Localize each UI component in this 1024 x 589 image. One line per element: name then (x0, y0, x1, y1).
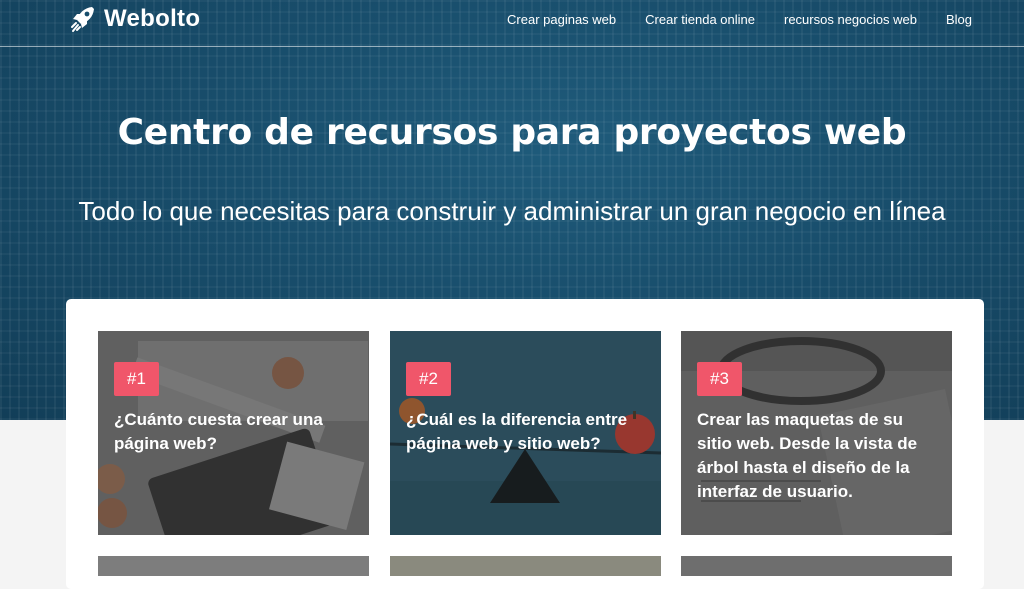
card-3-badge: #3 (697, 362, 742, 396)
card-3-title: Crear las maquetas de su sitio web. Desd… (697, 410, 918, 501)
resource-card-6-partial[interactable] (681, 556, 952, 576)
resource-card-2[interactable]: #2 ¿Cuál es la diferencia entre página w… (390, 331, 661, 535)
card-2-badge: #2 (406, 362, 451, 396)
card-1-badge: #1 (114, 362, 159, 396)
nav-link-crear-tienda-online[interactable]: Crear tienda online (645, 12, 755, 27)
rocket-icon (70, 5, 96, 33)
nav-link-crear-paginas-web[interactable]: Crear paginas web (507, 12, 616, 27)
main-nav: Crear paginas web Crear tienda online re… (478, 12, 972, 27)
resource-card-1[interactable]: #1 ¿Cuánto cuesta crear una página web? (98, 331, 369, 535)
top-navbar: Webolto Crear paginas web Crear tienda o… (0, 0, 1024, 47)
resource-card-4-partial[interactable] (98, 556, 369, 576)
brand-name: Webolto (104, 5, 201, 32)
card-1-title: ¿Cuánto cuesta crear una página web? (114, 410, 323, 453)
nav-link-recursos-negocios-web[interactable]: recursos negocios web (784, 12, 917, 27)
card-2-title: ¿Cuál es la diferencia entre página web … (406, 410, 628, 453)
page-title: Centro de recursos para proyectos web (117, 112, 907, 153)
brand-logo-link[interactable]: Webolto (70, 5, 200, 33)
page-subtitle: Todo lo que necesitas para construir y a… (78, 196, 946, 226)
resource-card-5-partial[interactable] (390, 556, 661, 576)
nav-link-blog[interactable]: Blog (946, 12, 972, 27)
resource-card-3[interactable]: #3 Crear las maquetas de su sitio web. D… (681, 331, 952, 535)
